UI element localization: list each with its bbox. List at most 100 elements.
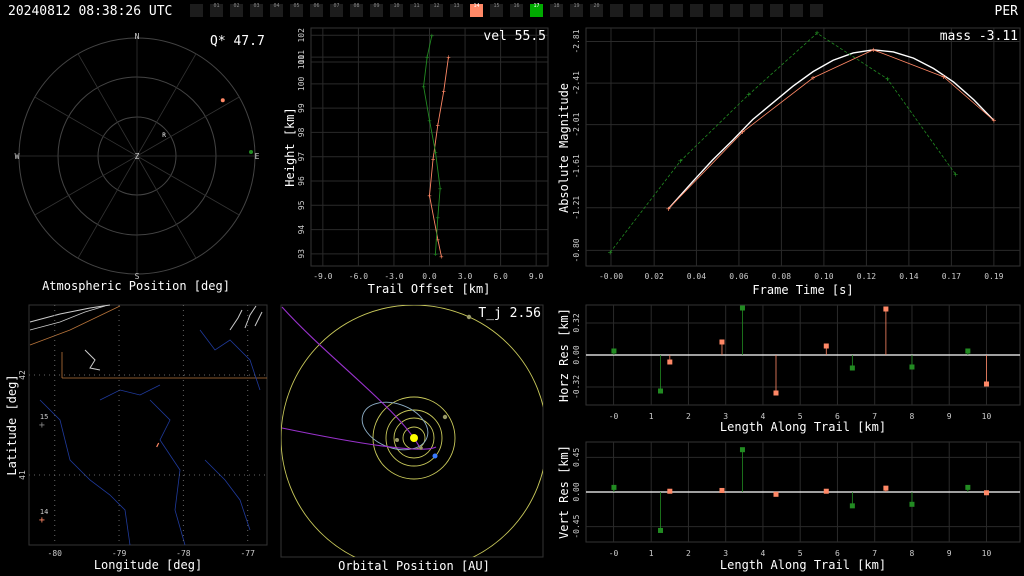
azimuth-spoke bbox=[34, 155, 138, 216]
orbit-frame bbox=[280, 304, 544, 558]
mars-marker bbox=[442, 414, 448, 420]
residual-point-17 bbox=[739, 305, 745, 311]
x-tick-label: 9.0 bbox=[529, 272, 544, 281]
radiant-path-2 bbox=[281, 306, 421, 449]
x-tick-label: -0 bbox=[609, 549, 619, 558]
magnitude-ylabel: Absolute Magnitude bbox=[557, 83, 571, 213]
plot-canvas: N E S W Z R Q* 47.7 Atmospheric Position… bbox=[5, 27, 1021, 573]
compass-east: E bbox=[255, 152, 260, 161]
y-tick-label: 0.00 bbox=[572, 482, 581, 501]
station-label: 15 bbox=[40, 413, 48, 421]
y-tick-label: -1.61 bbox=[572, 154, 581, 178]
height-point-14: + bbox=[436, 122, 440, 130]
height-point-17: + bbox=[427, 117, 431, 125]
x-tick-label: 3.0 bbox=[458, 272, 473, 281]
magnitude-point-14: + bbox=[941, 72, 946, 81]
zenith-label: Z bbox=[135, 152, 140, 161]
y-tick-label: -0.45 bbox=[572, 514, 581, 538]
y-tick-label: 0.00 bbox=[572, 345, 581, 364]
mercury-marker bbox=[419, 446, 423, 450]
x-tick-label: -9.0 bbox=[313, 272, 332, 281]
height-point-14: + bbox=[427, 192, 431, 200]
azimuth-spoke bbox=[77, 155, 138, 259]
azimuth-spoke bbox=[77, 53, 138, 157]
residual-point-14 bbox=[719, 487, 725, 493]
y-tick-label: 96 bbox=[297, 176, 306, 186]
latitude-tick: 42 bbox=[18, 370, 27, 380]
height-ylabel: Height [km] bbox=[283, 107, 297, 186]
x-tick-label: 6.0 bbox=[493, 272, 508, 281]
station-marker: + bbox=[39, 420, 45, 431]
vres-xlabel: Length Along Trail [km] bbox=[720, 558, 886, 572]
residual-point-17 bbox=[658, 527, 664, 533]
residual-point-14 bbox=[983, 490, 989, 496]
residual-point-17 bbox=[658, 388, 664, 394]
x-tick-label: 8 bbox=[910, 549, 915, 558]
x-tick-label: 0.02 bbox=[645, 272, 664, 281]
magnitude-plot: + + + + + + + + + + + + -0.00 0.02 0.04 0.06 0.08 0.10 0.… bbox=[557, 27, 1021, 297]
residual-point-14 bbox=[823, 343, 829, 349]
residual-point-14 bbox=[667, 488, 673, 494]
residual-point-14 bbox=[883, 485, 889, 491]
y-tick-label: -2.41 bbox=[572, 71, 581, 95]
x-tick-label: -0.00 bbox=[599, 272, 623, 281]
magnitude-point-17: + bbox=[608, 248, 613, 257]
x-tick-label: 9 bbox=[947, 549, 952, 558]
q-star-readout: Q* 47.7 bbox=[210, 34, 265, 49]
residual-point-14 bbox=[773, 491, 779, 497]
residual-point-17 bbox=[965, 348, 971, 354]
x-tick-label: 3 bbox=[723, 549, 728, 558]
magnitude-point-17: + bbox=[953, 170, 958, 179]
height-point-14: + bbox=[442, 88, 446, 96]
x-tick-label: 5 bbox=[798, 549, 803, 558]
x-tick-label: 10 bbox=[982, 412, 992, 421]
station-14-sky-point bbox=[220, 98, 225, 103]
longitude-tick: -78 bbox=[176, 549, 191, 558]
y-tick-label: 0.45 bbox=[572, 448, 581, 467]
x-tick-label: 10 bbox=[982, 549, 992, 558]
height-point-14: + bbox=[446, 54, 450, 62]
x-tick-label: 2 bbox=[686, 412, 691, 421]
y-tick-label: 102 bbox=[297, 28, 306, 43]
magnitude-series-17 bbox=[609, 32, 957, 253]
azimuth-spoke bbox=[136, 96, 240, 157]
x-tick-label: 0.10 bbox=[814, 272, 833, 281]
height-plot: +++++++++++++++ -9.0 -6.0 -3.0 0.0 3.0 6.0 9.0… bbox=[283, 27, 549, 296]
height-point-17: + bbox=[430, 32, 434, 40]
latitude-tick: 41 bbox=[18, 470, 27, 480]
x-tick-label: 1 bbox=[649, 412, 654, 421]
y-tick-label: -0.32 bbox=[572, 375, 581, 399]
residual-point-14 bbox=[667, 359, 673, 365]
x-tick-label: 4 bbox=[761, 549, 766, 558]
height-point-17: + bbox=[421, 83, 425, 91]
residual-point-17 bbox=[611, 348, 617, 354]
y-tick-label: -1.21 bbox=[572, 196, 581, 220]
atmospheric-position-plot: N E S W Z R Q* 47.7 Atmospheric Position… bbox=[15, 32, 265, 293]
height-point-17: + bbox=[425, 54, 429, 62]
station-17-sky-point bbox=[248, 150, 253, 155]
compass-north: N bbox=[135, 32, 140, 41]
station-marker: + bbox=[39, 515, 45, 526]
y-tick-label: 97 bbox=[297, 152, 306, 162]
x-tick-label: 0.0 bbox=[422, 272, 437, 281]
x-tick-label: 0.04 bbox=[687, 272, 706, 281]
x-tick-label: 0.14 bbox=[899, 272, 918, 281]
magnitude-plot-frame bbox=[585, 27, 1021, 267]
hres-xlabel: Length Along Trail [km] bbox=[720, 420, 886, 434]
vertical-residual-plot: -0 1 2 3 4 5 6 7 8 9 10 -0.45 0.00 0.45 Length Along… bbox=[557, 441, 1021, 572]
y-tick-label: 99 bbox=[297, 103, 306, 113]
x-tick-label: 0.17 bbox=[942, 272, 961, 281]
tisserand-readout: T_j 2.56 bbox=[478, 306, 541, 321]
x-tick-label: -6.0 bbox=[349, 272, 368, 281]
magnitude-point-14: + bbox=[740, 127, 745, 136]
residual-point-17 bbox=[909, 501, 915, 507]
y-tick-label: 95 bbox=[297, 200, 306, 210]
y-tick-label: 101 bbox=[297, 50, 306, 65]
hres-ylabel: Horz Res [km] bbox=[557, 308, 571, 402]
x-tick-label: 0.06 bbox=[729, 272, 748, 281]
magnitude-point-14: + bbox=[991, 116, 996, 125]
residual-point-17 bbox=[849, 503, 855, 509]
residual-point-14 bbox=[883, 306, 889, 312]
azimuth-spoke bbox=[136, 53, 197, 157]
ground-map-plot: +15+14 -80 -79 -78 -77 4241 Longitude [deg]… bbox=[5, 304, 268, 572]
